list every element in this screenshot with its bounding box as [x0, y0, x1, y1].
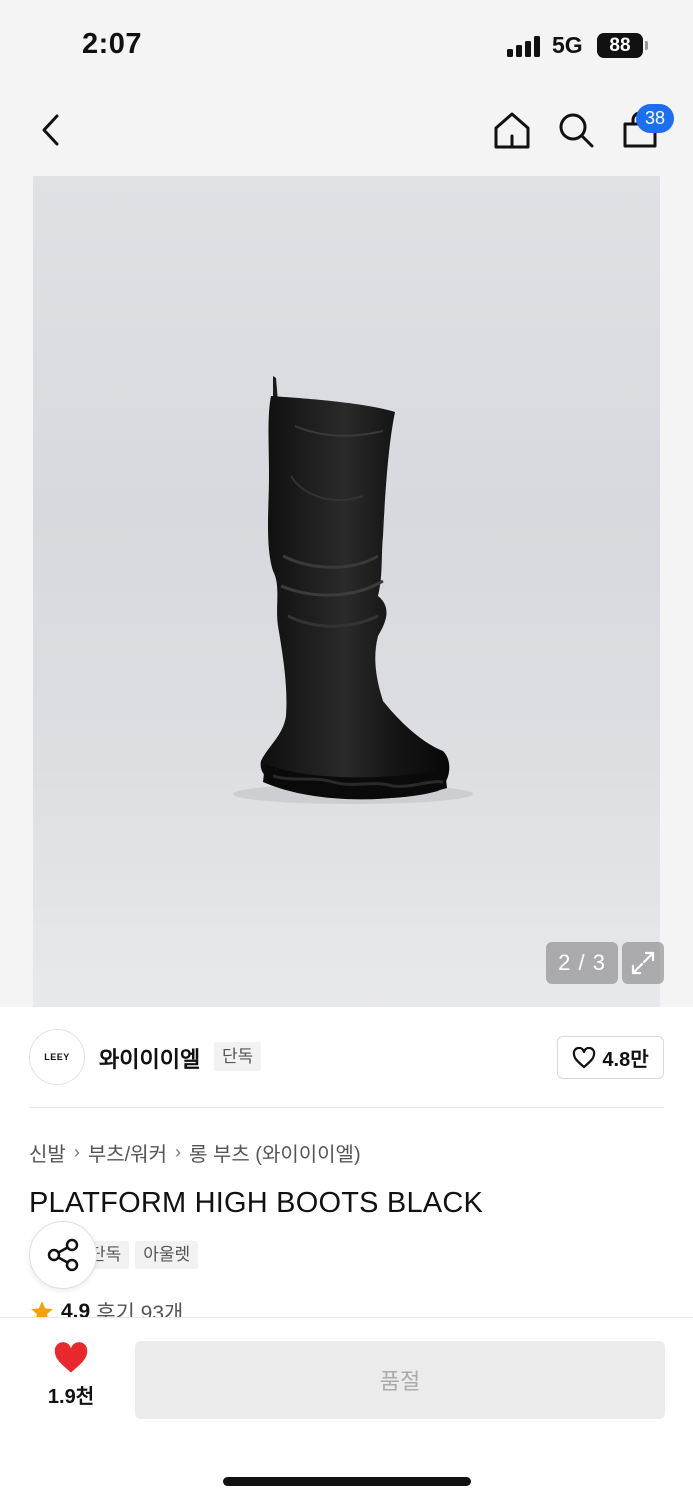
share-button[interactable] [29, 1221, 97, 1289]
breadcrumb-item[interactable]: 롱 부츠 (와이이이엘) [189, 1138, 361, 1167]
favorite-count: 1.9천 [47, 1386, 95, 1408]
bottom-bar: 1.9천 품절 [0, 1317, 693, 1500]
expand-icon [631, 951, 655, 975]
home-indicator [223, 1477, 471, 1486]
chevron-left-icon [42, 114, 59, 146]
home-icon [494, 112, 530, 149]
cart-count-badge: 38 [636, 104, 674, 133]
brand-logo[interactable]: LEEY [29, 1029, 85, 1085]
image-separator: / [578, 950, 586, 975]
brand-name[interactable]: 와이이이엘 [99, 1042, 200, 1074]
brand-like-count: 4.8만 [602, 1049, 649, 1071]
status-time: 2:07 [82, 28, 143, 60]
image-current: 2 [558, 950, 572, 975]
battery-tip [645, 41, 648, 50]
heart-filled-icon [54, 1342, 88, 1373]
soldout-button[interactable]: 품절 [135, 1341, 665, 1419]
brand-like-button[interactable]: 4.8만 [557, 1036, 664, 1079]
expand-image-button[interactable] [622, 942, 664, 984]
home-button[interactable] [487, 100, 537, 160]
chevron-right-icon: › [73, 1142, 80, 1162]
battery-icon: 88 [597, 33, 643, 58]
divider [29, 1107, 664, 1108]
chevron-right-icon: › [174, 1142, 181, 1162]
boot-illustration [233, 376, 473, 804]
nav-bar [0, 100, 693, 160]
breadcrumb: 신발 › 부츠/워커 › 롱 부츠 (와이이이엘) [29, 1138, 361, 1167]
back-button[interactable] [26, 100, 76, 160]
breadcrumb-item[interactable]: 부츠/워커 [88, 1138, 167, 1167]
image-counter: 2 / 3 [546, 942, 618, 984]
image-total: 3 [592, 950, 606, 975]
brand-row: LEEY 와이이이엘 단독 4.8만 [0, 1007, 693, 1107]
product-tag: 아울렛 [135, 1241, 199, 1269]
product-title: PLATFORM HIGH BOOTS BLACK [29, 1187, 484, 1219]
signal-icon [507, 35, 543, 57]
product-image[interactable] [33, 176, 660, 1007]
breadcrumb-item[interactable]: 신발 [29, 1138, 66, 1167]
favorite-button[interactable]: 1.9천 [36, 1342, 106, 1422]
status-bar: 2:07 5G 88 [0, 0, 693, 90]
search-icon [559, 113, 594, 148]
brand-exclusive-tag: 단독 [214, 1042, 262, 1071]
network-label: 5G [552, 32, 583, 58]
heart-outline-icon [573, 1046, 596, 1068]
share-icon [47, 1238, 79, 1272]
search-button[interactable] [551, 100, 601, 160]
product-tags: 단독 아울렛 [82, 1241, 199, 1269]
